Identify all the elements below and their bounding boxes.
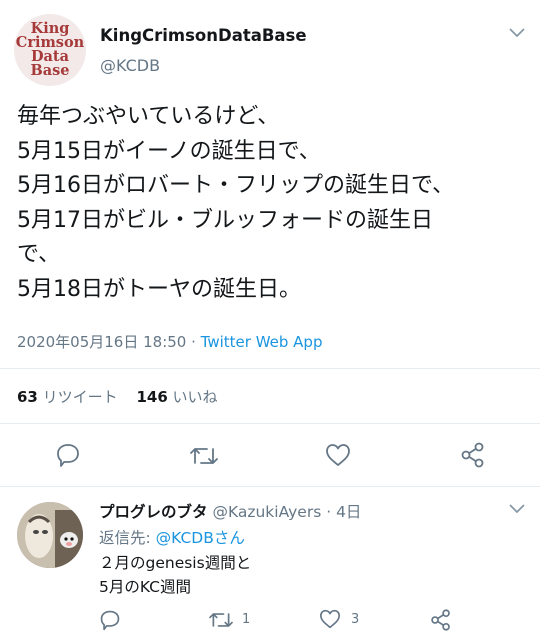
reply-display-name[interactable]: プログレのブタ <box>99 503 208 521</box>
kcdb-logo: King Crimson Data Base <box>15 20 85 79</box>
tweet-line: 5月17日がビル・ブルッフォードの誕生日 <box>17 207 433 233</box>
heart-icon[interactable] <box>325 443 351 467</box>
display-name[interactable]: KingCrimsonDataBase <box>100 26 307 45</box>
like-label[interactable]: いいね <box>173 388 218 406</box>
reply-line: 5月のKC週間 <box>99 578 192 596</box>
reply-retweet-icon[interactable] <box>208 609 234 631</box>
tweet-line: で、 <box>17 242 61 267</box>
divider <box>0 486 540 487</box>
reply-to-label: 返信先: <box>99 529 156 547</box>
reply-to: 返信先: @KCDBさん <box>99 526 245 548</box>
divider <box>0 423 540 424</box>
tweet-text: 毎年つぶやいているけど、 5月15日がイーノの誕生日で、 5月16日がロバート・… <box>17 100 522 307</box>
reply-chevron-down-icon[interactable] <box>509 504 525 514</box>
comment-icon[interactable] <box>55 442 81 468</box>
reply-text: ２月のgenesis週間と 5月のKC週間 <box>99 551 251 599</box>
retweet-icon[interactable] <box>189 443 219 469</box>
reply-header: プログレのブタ @KazukiAyers · 4日 <box>99 500 361 522</box>
user-handle[interactable]: @KCDB <box>100 56 160 75</box>
tweet-line: 5月16日がロバート・フリップの誕生日で、 <box>17 173 455 198</box>
reply-heart-icon[interactable] <box>319 609 341 629</box>
divider <box>0 368 540 369</box>
source-link[interactable]: Twitter Web App <box>201 333 323 351</box>
reply-handle-time[interactable]: @KazukiAyers · 4日 <box>208 503 361 521</box>
reply-share-icon[interactable] <box>430 609 452 631</box>
reply-comment-icon[interactable] <box>99 609 121 631</box>
reply-like-count: 3 <box>351 612 360 627</box>
avatar[interactable]: King Crimson Data Base <box>14 14 86 86</box>
retweet-label[interactable]: リツイート <box>43 388 118 406</box>
like-count[interactable]: 146 <box>136 388 167 406</box>
tweet-line: 5月15日がイーノの誕生日で、 <box>17 138 321 164</box>
tweet-line: 毎年つぶやいているけど、 <box>17 104 280 129</box>
chevron-down-icon[interactable] <box>509 28 525 38</box>
tweet-meta: 2020年05月16日 18:50 · Twitter Web App <box>17 331 322 352</box>
share-icon[interactable] <box>460 442 486 468</box>
tweet-line: 5月18日がトーヤの誕生日。 <box>17 276 301 302</box>
reply-retweet-count: 1 <box>242 612 251 627</box>
retweet-count[interactable]: 63 <box>17 388 38 406</box>
reply-line: ２月のgenesis週間と <box>99 554 252 572</box>
reply-to-link[interactable]: @KCDBさん <box>156 529 245 547</box>
engagement-stats: 63 リツイート 146 いいね <box>17 386 232 407</box>
meta-separator: · <box>186 333 201 351</box>
reply-avatar[interactable] <box>17 502 83 568</box>
timestamp[interactable]: 2020年05月16日 18:50 <box>17 333 186 351</box>
